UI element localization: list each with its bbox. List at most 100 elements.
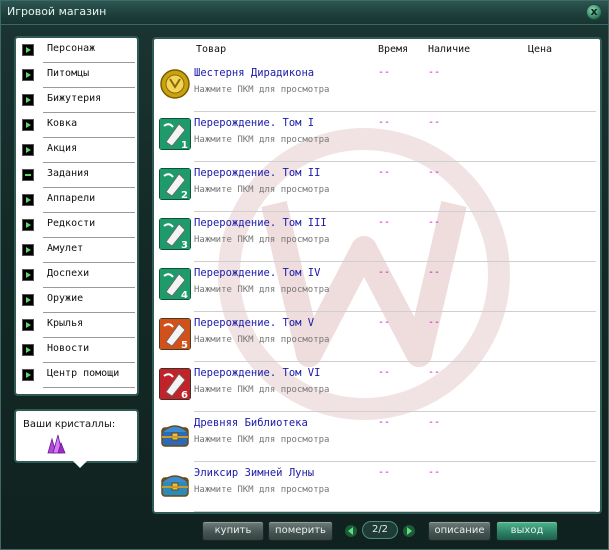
sidebar-item[interactable]: Редкости xyxy=(18,214,136,239)
expand-arrow-icon xyxy=(22,269,34,281)
table-row[interactable]: Эликсир Зимней Луны Нажмите ПКМ для просм… xyxy=(154,465,600,512)
treasure-chest-icon[interactable] xyxy=(159,418,191,450)
item-name[interactable]: Шестерня Дирадикона xyxy=(194,67,314,79)
divider xyxy=(194,361,596,362)
sidebar-item[interactable]: Амулет xyxy=(18,239,136,264)
rebirth-scroll-icon[interactable]: 3 xyxy=(159,218,191,250)
divider xyxy=(194,511,596,512)
sidebar-item-label: Акция xyxy=(47,143,78,154)
item-name[interactable]: Перерождение. Том IV xyxy=(194,267,320,279)
divider xyxy=(43,187,135,188)
item-stock: -- xyxy=(428,217,441,228)
table-row[interactable]: Шестерня Дирадикона Нажмите ПКМ для просм… xyxy=(154,65,600,115)
divider xyxy=(194,161,596,162)
divider xyxy=(194,111,596,112)
item-stock: -- xyxy=(428,317,441,328)
item-hint: Нажмите ПКМ для просмотра xyxy=(194,485,330,495)
item-name[interactable]: Перерождение. Том V xyxy=(194,317,314,329)
try-on-button[interactable]: померить xyxy=(268,521,333,541)
item-name[interactable]: Древняя Библиотека xyxy=(194,417,308,429)
item-list-panel: Товар Время Наличие Цена Шестерня Диради… xyxy=(152,37,602,514)
sidebar-item[interactable]: Питомцы xyxy=(18,64,136,89)
item-hint: Нажмите ПКМ для просмотра xyxy=(194,385,330,395)
expand-arrow-icon xyxy=(22,219,34,231)
sidebar-item[interactable]: Крылья xyxy=(18,314,136,339)
divider xyxy=(194,311,596,312)
item-name[interactable]: Перерождение. Том II xyxy=(194,167,320,179)
item-time: -- xyxy=(378,67,391,78)
item-time: -- xyxy=(378,367,391,378)
item-time: -- xyxy=(378,417,391,428)
sidebar-item-label: Задания xyxy=(47,168,90,179)
prev-page-icon[interactable] xyxy=(344,524,358,538)
svg-text:4: 4 xyxy=(181,290,188,300)
expand-arrow-icon xyxy=(22,369,34,381)
item-stock: -- xyxy=(428,67,441,78)
close-icon[interactable]: x xyxy=(586,4,602,20)
sidebar-item[interactable]: Оружие xyxy=(18,289,136,314)
divider xyxy=(43,62,135,63)
sidebar-item[interactable]: Доспехи xyxy=(18,264,136,289)
divider xyxy=(194,411,596,412)
sidebar-item-label: Персонаж xyxy=(47,43,96,54)
collapse-icon xyxy=(22,169,34,181)
divider xyxy=(43,137,135,138)
rebirth-scroll-icon[interactable]: 2 xyxy=(159,168,191,200)
sidebar-item[interactable]: Аппарели xyxy=(18,189,136,214)
item-stock: -- xyxy=(428,117,441,128)
item-name[interactable]: Перерождение. Том I xyxy=(194,117,314,129)
sidebar-item[interactable]: Задания xyxy=(18,164,136,189)
item-stock: -- xyxy=(428,167,441,178)
shop-window: Игровой магазин x Персонаж Питомцы Бижутер… xyxy=(0,0,609,550)
gear-coin-icon[interactable] xyxy=(159,68,191,100)
table-row[interactable]: 6 Перерождение. Том VI Нажмите ПКМ для про… xyxy=(154,365,600,415)
sidebar-item-label: Ковка xyxy=(47,118,78,129)
item-hint: Нажмите ПКМ для просмотра xyxy=(194,135,330,145)
divider xyxy=(43,337,135,338)
rebirth-scroll-icon[interactable]: 1 xyxy=(159,118,191,150)
table-row[interactable]: 5 Перерождение. Том V Нажмите ПКМ для прос… xyxy=(154,315,600,365)
item-name[interactable]: Перерождение. Том VI xyxy=(194,367,320,379)
item-time: -- xyxy=(378,317,391,328)
sidebar-item[interactable]: Центр помощи xyxy=(18,364,136,389)
sidebar-item-label: Аппарели xyxy=(47,193,96,204)
expand-arrow-icon xyxy=(22,94,34,106)
sidebar-item-label: Бижутерия xyxy=(47,93,102,104)
sidebar-item[interactable]: Персонаж xyxy=(18,39,136,64)
expand-arrow-icon xyxy=(22,194,34,206)
divider xyxy=(43,112,135,113)
expand-arrow-icon xyxy=(22,344,34,356)
table-row[interactable]: Древняя Библиотека Нажмите ПКМ для просмо… xyxy=(154,415,600,465)
table-row[interactable]: 1 Перерождение. Том I Нажмите ПКМ для прос… xyxy=(154,115,600,165)
item-stock: -- xyxy=(428,267,441,278)
page-indicator: 2/2 xyxy=(362,521,398,539)
window-title: Игровой магазин xyxy=(7,5,107,18)
item-hint: Нажмите ПКМ для просмотра xyxy=(194,85,330,95)
sidebar-item[interactable]: Новости xyxy=(18,339,136,364)
sidebar-item[interactable]: Бижутерия xyxy=(18,89,136,114)
sidebar-item[interactable]: Ковка xyxy=(18,114,136,139)
table-row[interactable]: 3 Перерождение. Том III Нажмите ПКМ для пр… xyxy=(154,215,600,265)
title-bar[interactable]: Игровой магазин x xyxy=(1,1,608,25)
item-time: -- xyxy=(378,117,391,128)
item-stock: -- xyxy=(428,417,441,428)
divider xyxy=(43,237,135,238)
svg-text:3: 3 xyxy=(181,240,188,250)
rebirth-scroll-icon[interactable]: 6 xyxy=(159,368,191,400)
item-hint: Нажмите ПКМ для просмотра xyxy=(194,335,330,345)
rebirth-scroll-icon[interactable]: 4 xyxy=(159,268,191,300)
sidebar-item[interactable]: Акция xyxy=(18,139,136,164)
description-button[interactable]: описание xyxy=(428,521,491,541)
next-page-icon[interactable] xyxy=(402,524,416,538)
divider xyxy=(43,287,135,288)
item-name[interactable]: Перерождение. Том III xyxy=(194,217,327,229)
item-time: -- xyxy=(378,167,391,178)
item-time: -- xyxy=(378,217,391,228)
treasure-chest-icon[interactable] xyxy=(159,468,191,500)
item-name[interactable]: Эликсир Зимней Луны xyxy=(194,467,314,479)
table-row[interactable]: 2 Перерождение. Том II Нажмите ПКМ для про… xyxy=(154,165,600,215)
buy-button[interactable]: купить xyxy=(202,521,264,541)
rebirth-scroll-icon[interactable]: 5 xyxy=(159,318,191,350)
exit-button[interactable]: выход xyxy=(496,521,558,541)
table-row[interactable]: 4 Перерождение. Том IV Нажмите ПКМ для про… xyxy=(154,265,600,315)
